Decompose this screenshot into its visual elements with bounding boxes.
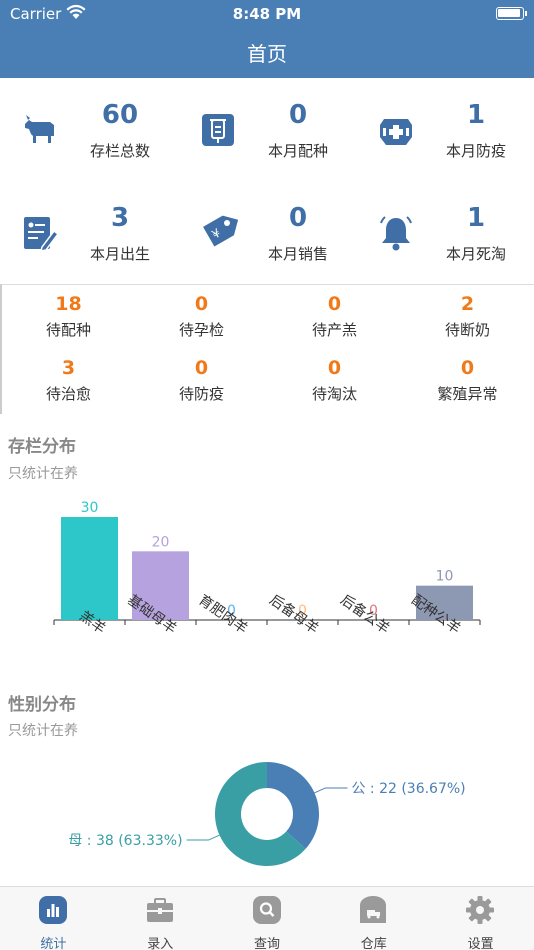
pending-value: 0 [327,357,342,379]
stat-label: 本月配种 [267,142,328,160]
stat-value: 1 [466,100,486,130]
category-tick-label: 后备公羊 [337,591,393,637]
pending-value: 0 [194,293,209,315]
stat-label: 本月死淘 [445,245,506,263]
bar [61,517,118,620]
pending-breeding-abnormal[interactable]: 0 繁殖异常 [401,349,534,411]
stat-label: 本月销售 [267,245,328,263]
stat-death-month[interactable]: 1 本月死淘 [356,181,534,284]
tab-label: 统计 [40,937,67,950]
stat-sales-month[interactable]: ¥ 0 本月销售 [178,181,356,284]
tab-statistics[interactable]: 统计 [0,887,107,950]
pending-culling[interactable]: 0 待淘汰 [268,349,401,411]
nav-header: Carrier 8:48 PM 首页 [0,0,534,78]
pending-value: 0 [327,293,342,315]
stat-label: 本月出生 [89,245,150,263]
page-title: 首页 [247,42,287,66]
birth-record-icon [24,217,60,252]
pending-label: 繁殖异常 [437,385,498,403]
donut-leader-line [186,834,220,841]
pending-label: 待产羔 [311,321,357,339]
stat-vaccination-month[interactable]: 1 本月防疫 [356,78,534,181]
medical-kit-icon [380,119,412,145]
donut-leader-line [314,787,348,794]
bar-value-label: 20 [152,534,170,550]
tab-settings[interactable]: 设置 [427,887,534,950]
donut-slice-label: 母 : 38 (63.33%) [68,833,182,849]
stat-value: 0 [288,203,308,233]
stat-value: 60 [101,100,139,130]
stock-section-title: 存栏分布 [8,437,76,457]
tab-label: 设置 [467,937,494,950]
battery-icon [496,7,527,20]
stat-value: 3 [110,203,130,233]
pending-vaccination[interactable]: 0 待防疫 [135,349,268,411]
stat-stock-total[interactable]: 60 存栏总数 [0,78,178,181]
tab-warehouse[interactable]: 仓库 [320,887,427,950]
tab-label: 录入 [147,937,174,950]
pending-value: 0 [460,357,475,379]
price-tag-icon: ¥ [203,215,238,247]
stat-label: 存栏总数 [89,142,150,160]
goat-icon [25,115,54,143]
stock-section-subtitle: 只统计在养 [8,466,78,482]
stat-value: 0 [288,100,308,130]
briefcase-icon [146,898,173,922]
pending-value: 18 [55,293,82,315]
tab-entry[interactable]: 录入 [107,887,214,950]
summary-stats: 60 存栏总数 0 本月配种 1 本月防疫 3 本月出生 ¥ 0 本月销售 1 … [0,78,534,284]
stat-label: 本月防疫 [445,142,506,160]
gear-icon [466,896,495,924]
pending-label: 待孕检 [178,321,224,339]
donut-slice-label: 公 : 22 (36.67%) [351,781,465,797]
stat-birth-month[interactable]: 3 本月出生 [0,181,178,284]
pending-pregnancy-check[interactable]: 0 待孕检 [135,285,268,347]
stat-breeding-month[interactable]: 0 本月配种 [178,78,356,181]
tab-label: 仓库 [360,937,387,950]
pending-breeding[interactable]: 18 待配种 [2,285,135,347]
gender-section-title: 性别分布 [8,695,76,715]
tab-bar: 统计 录入 查询 仓库 设置 [0,886,534,950]
category-tick-label: 后备母羊 [266,591,322,637]
search-icon [252,896,281,924]
pending-label: 待防疫 [178,385,224,403]
status-bar: Carrier 8:48 PM [0,0,534,28]
warehouse-icon [360,896,387,923]
pending-label: 待配种 [45,321,91,339]
bell-icon [380,216,412,251]
donut-slice [267,762,319,849]
pending-label: 待淘汰 [311,385,357,403]
bar-value-label: 10 [436,569,454,585]
pending-value: 0 [194,357,209,379]
pending-weaning[interactable]: 2 待断奶 [401,285,534,347]
pending-value: 2 [460,293,475,315]
pending-tasks: 18 待配种 0 待孕检 0 待产羔 2 待断奶 3 待治愈 0 待防疫 0 待… [0,284,534,414]
stat-value: 1 [466,203,486,233]
chart-icon [39,896,67,924]
pending-value: 3 [61,357,76,379]
tab-query[interactable]: 查询 [214,887,321,950]
category-tick-label: 育肥肉羊 [195,592,250,637]
pending-label: 待断奶 [444,321,490,339]
pending-lambing[interactable]: 0 待产羔 [268,285,401,347]
gender-section-subtitle: 只统计在养 [8,723,78,739]
gender-donut-chart: 公 : 22 (36.67%) 母 : 38 (63.33%) [68,762,466,866]
breeding-icon [202,114,234,146]
tab-label: 查询 [253,937,280,950]
bar-value-label: 30 [81,500,99,516]
stock-bar-chart: 30羔羊20基础母羊 0育肥肉羊 0后备母羊 0后备公羊10配种公羊 [53,500,481,637]
clock: 8:48 PM [232,5,302,23]
pending-label: 待治愈 [45,385,91,403]
pending-healing[interactable]: 3 待治愈 [2,349,135,411]
